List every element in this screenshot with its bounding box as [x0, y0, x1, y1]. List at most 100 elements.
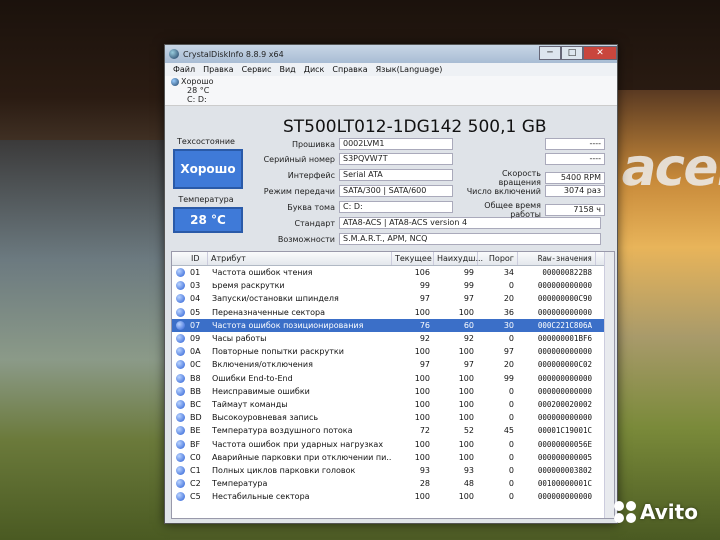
cell-current: 100 — [414, 413, 430, 423]
cell-threshold: 20 — [503, 360, 514, 370]
firmware-row: Прошивка 0002LVM1 — [245, 138, 453, 150]
cell-worst: 100 — [458, 347, 474, 357]
cell-worst: 100 — [458, 373, 474, 383]
table-scrollbar[interactable] — [604, 252, 614, 518]
menu-file[interactable]: Файл — [173, 65, 195, 74]
table-row[interactable]: BE Температура воздушного потока 72 52 45 000… — [172, 424, 614, 437]
cell-worst: 97 — [463, 294, 474, 304]
cell-attribute: Частота ошибок чтения — [212, 268, 313, 278]
cell-id: BC — [190, 399, 201, 409]
cell-id: 09 — [190, 334, 201, 344]
serial-value: S3PQVW7T — [339, 153, 453, 165]
cell-raw: 000000000C02 — [537, 360, 592, 370]
menu-view[interactable]: Вид — [279, 65, 295, 74]
cell-id: 0C — [190, 360, 201, 370]
cell-current: 28 — [419, 479, 430, 489]
cell-raw: 000000000000 — [537, 386, 592, 396]
right-blank-value-1: ---- — [545, 138, 605, 150]
cell-attribute: Часы работы — [212, 334, 267, 344]
cell-raw: 00001C19001C — [537, 426, 592, 436]
table-row[interactable]: BF Частота ошибок при ударных нагрузках 10… — [172, 437, 614, 450]
cell-worst: 100 — [458, 452, 474, 462]
table-row[interactable]: B8 Ошибки End-to-End 100 100 99 000000000000 — [172, 372, 614, 385]
header-raw[interactable]: Raw-значения — [518, 252, 596, 265]
serial-label: Серийный номер — [263, 154, 335, 164]
cell-threshold: 0 — [508, 386, 514, 396]
cell-current: 72 — [419, 426, 430, 436]
table-row[interactable]: 04 Запуски/остановки шпинделя 97 97 20 000000… — [172, 292, 614, 305]
cell-raw: 000200020002 — [537, 399, 592, 409]
header-id[interactable]: ID — [188, 252, 208, 265]
status-dot-icon — [172, 373, 188, 383]
header-attribute[interactable]: Атрибут — [208, 252, 392, 265]
cell-attribute: Полных циклов парковки головок — [212, 465, 356, 475]
status-dot-icon — [172, 281, 188, 291]
table-row[interactable]: BC Таймаут команды 100 100 0 000200020002 — [172, 398, 614, 411]
menu-edit[interactable]: Правка — [203, 65, 233, 74]
status-dot-icon — [172, 413, 188, 423]
close-button[interactable]: ✕ — [583, 46, 617, 60]
cell-attribute: Ошибки End-to-End — [212, 373, 293, 383]
status-dot-icon — [172, 426, 188, 436]
cell-current: 100 — [414, 386, 430, 396]
cell-raw: 000000003802 — [537, 465, 592, 475]
table-row[interactable]: C0 Аварийные парковки при отключении пи..… — [172, 451, 614, 464]
table-row[interactable]: BD Высокоуровневая запись 100 100 0 000000000… — [172, 411, 614, 424]
cell-worst: 100 — [458, 413, 474, 423]
cell-id: 03 — [190, 281, 201, 291]
health-status-button[interactable]: Хорошо — [173, 149, 243, 189]
maximize-button[interactable]: □ — [561, 46, 583, 60]
interface-value: Serial ATA — [339, 169, 453, 181]
cell-attribute: Частота ошибок при ударных нагрузках — [212, 439, 384, 449]
minimize-button[interactable]: ─ — [539, 46, 561, 60]
cell-raw: 00000000056E — [537, 439, 592, 449]
header-threshold[interactable]: Порог — [478, 252, 518, 265]
cell-current: 99 — [419, 281, 430, 291]
status-dot-icon — [172, 268, 188, 278]
table-row[interactable]: 0C Включения/отключения 97 97 20 000000000C02 — [172, 358, 614, 371]
menu-help[interactable]: Справка — [332, 65, 367, 74]
table-row[interactable]: BB Неисправимые ошибки 100 100 0 000000000000 — [172, 385, 614, 398]
table-row[interactable]: C2 Температура 28 48 0 00100000001C — [172, 477, 614, 490]
avito-watermark: Avito — [614, 500, 698, 524]
cell-current: 100 — [414, 347, 430, 357]
cell-worst: 48 — [463, 479, 474, 489]
table-row[interactable]: 0A Повторные попытки раскрутки 100 100 97 000… — [172, 345, 614, 358]
cell-current: 100 — [414, 452, 430, 462]
cell-current: 97 — [419, 294, 430, 304]
table-row[interactable]: 05 Переназначенные сектора 100 100 36 0000000… — [172, 306, 614, 319]
features-value: S.M.A.R.T., APM, NCQ — [339, 233, 601, 245]
cell-attribute: Аварийные парковки при отключении пи... — [212, 452, 392, 462]
cell-id: BD — [190, 413, 202, 423]
title-bar[interactable]: CrystalDiskInfo 8.8.9 x64 ─ □ ✕ — [165, 45, 617, 63]
disk-drive-letters: C: D: — [187, 95, 207, 104]
cell-threshold: 0 — [508, 492, 514, 502]
cell-raw: 000000000000 — [537, 347, 592, 357]
wallpaper-left — [0, 140, 170, 540]
cell-threshold: 0 — [508, 452, 514, 462]
interface-row: Интерфейс Serial ATA — [245, 169, 453, 181]
disk-selector[interactable]: Хорошо 28 °C C: D: — [165, 76, 617, 106]
status-dot-icon — [172, 294, 188, 304]
right-blank-1: ---- — [461, 138, 605, 150]
table-row[interactable]: 07 Частота ошибок позиционирования 76 60 30 0… — [172, 318, 614, 332]
menu-language[interactable]: Язык(Language) — [376, 65, 443, 74]
cell-threshold: 0 — [508, 465, 514, 475]
table-row[interactable]: 03 Время раскрутки 99 99 0 000000000000 — [172, 279, 614, 292]
menu-service[interactable]: Сервис — [242, 65, 272, 74]
table-row[interactable]: C5 Нестабильные сектора 100 100 0 00000000000… — [172, 490, 614, 503]
cell-current: 76 — [419, 320, 430, 330]
cell-current: 97 — [419, 360, 430, 370]
cell-worst: 99 — [463, 268, 474, 278]
header-worst[interactable]: Наихудш... — [434, 252, 483, 265]
menu-disk[interactable]: Диск — [304, 65, 325, 74]
table-row[interactable]: C1 Полных циклов парковки головок 93 93 0 000… — [172, 464, 614, 477]
table-row[interactable]: 01 Частота ошибок чтения 106 99 34 000000822B… — [172, 266, 614, 279]
status-dot-icon — [172, 320, 188, 330]
temperature-button[interactable]: 28 °C — [173, 207, 243, 233]
header-current[interactable]: Текущее — [392, 252, 434, 265]
cell-id: B8 — [190, 373, 201, 383]
cell-worst: 99 — [463, 281, 474, 291]
table-row[interactable]: 09 Часы работы 92 92 0 000000001BF6 — [172, 332, 614, 345]
status-dot-icon — [172, 334, 188, 344]
